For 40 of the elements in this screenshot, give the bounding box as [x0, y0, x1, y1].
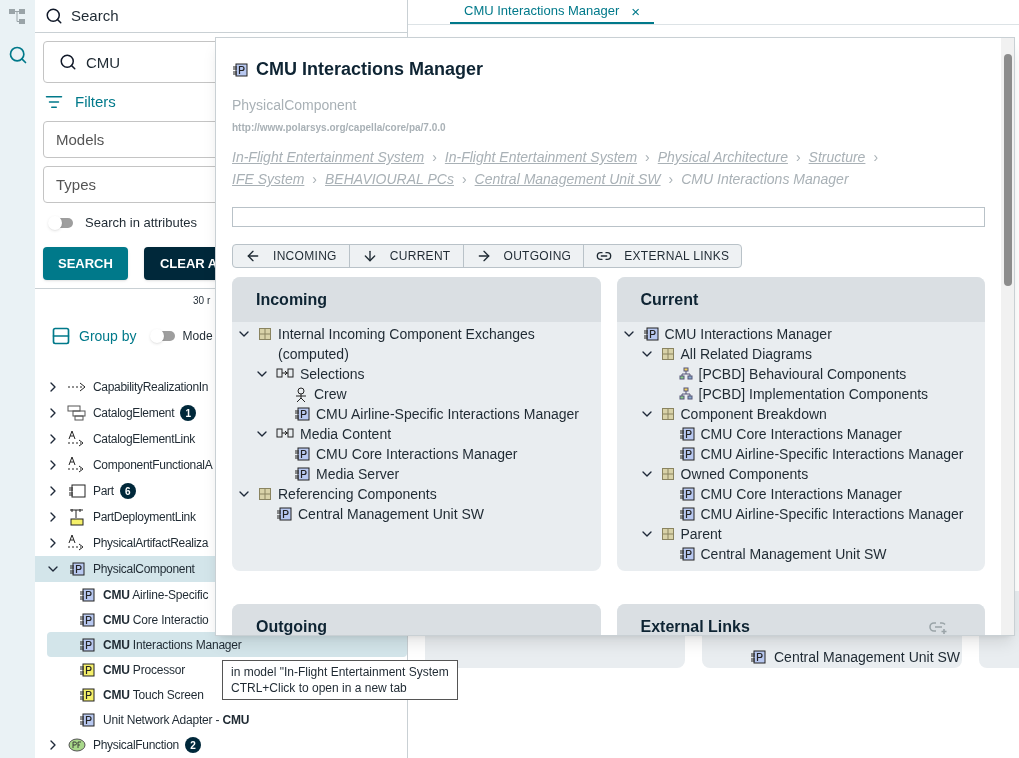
panel-title: Search	[71, 5, 119, 26]
toggle-label: Mode	[182, 328, 213, 345]
type-label: PhysicalComponent	[232, 96, 358, 115]
group-label: PhysicalFunction	[93, 737, 179, 754]
group-label: CapabilityRealizationIn	[93, 379, 209, 396]
item-label: CMU Touch Screen	[103, 686, 204, 704]
tooltip-line: CTRL+Click to open in a new tab	[231, 680, 408, 696]
item-label: CMU Airline-Specific	[103, 586, 209, 604]
card-title: Incoming	[256, 289, 328, 310]
result-count: 30 r	[193, 294, 211, 308]
count-badge: 6	[119, 483, 136, 499]
group-label: PhysicalArtifactRealiza	[93, 535, 209, 552]
breadcrumb-separator: ›	[432, 148, 437, 167]
uri-text: http://www.polarsys.org/capella/core/pa/7.0.0	[232, 121, 447, 135]
card-title: Current	[640, 289, 699, 310]
toggle-label: Search in attributes	[85, 214, 197, 233]
breadcrumb-separator: ›	[795, 148, 801, 167]
group-label: PhysicalComponent	[93, 561, 195, 578]
count-badge: 1	[180, 405, 197, 421]
breadcrumb-separator: ›	[312, 170, 318, 189]
item-label: Unit Network Adapter - CMU	[103, 711, 250, 729]
item-label: CMU Core Interactio	[103, 611, 209, 629]
group-label: CatalogElement	[93, 405, 175, 422]
group-label: PartDeploymentLink	[93, 509, 196, 526]
breadcrumb-current: CMU Interactions Manager	[681, 170, 849, 189]
item-label: CMU Processor	[103, 661, 186, 679]
group-label: ComponentFunctionalA	[93, 457, 213, 474]
tooltip-line: in model "In-Flight Entertainment System	[231, 664, 449, 680]
breadcrumb-separator: ›	[873, 148, 879, 167]
count-badge: 2	[184, 737, 201, 753]
group-by-label: Group by	[79, 326, 137, 346]
card-title: External Links	[640, 616, 750, 635]
breadcrumb-separator: ›	[461, 170, 467, 189]
group-label: CatalogElementLink	[93, 431, 195, 448]
breadcrumb-separator: ›	[668, 170, 674, 189]
group-label: Part	[93, 483, 114, 500]
card-title: Outgoing	[256, 616, 328, 635]
popup-title: CMU Interactions Manager	[256, 58, 484, 81]
breadcrumb-separator: ›	[645, 148, 650, 167]
item-label: CMU Interactions Manager	[103, 636, 242, 654]
